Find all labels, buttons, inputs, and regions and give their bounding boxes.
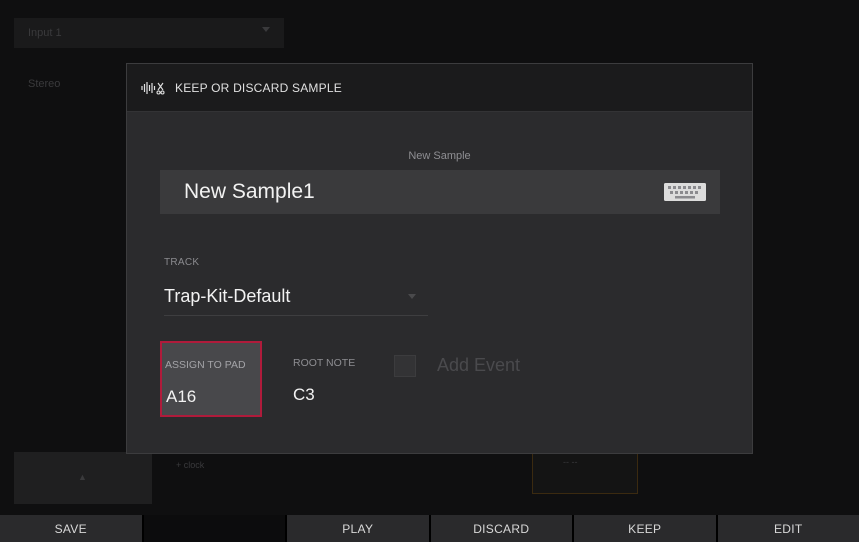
keep-discard-dialog: KEEP OR DISCARD SAMPLE New Sample New Sa…	[126, 63, 753, 454]
background-display: -- --	[532, 452, 638, 494]
assign-to-pad-value: A16	[166, 387, 197, 406]
assign-to-pad-label: ASSIGN TO PAD	[165, 359, 246, 371]
add-event-checkbox[interactable]	[394, 355, 416, 377]
display-label: -- --	[563, 457, 578, 467]
waveform-scissors-icon	[141, 81, 165, 95]
empty-button	[143, 515, 285, 542]
dialog-title: KEEP OR DISCARD SAMPLE	[175, 80, 342, 95]
sample-name-value: New Sample1	[184, 180, 315, 203]
sample-name-caption: New Sample	[408, 150, 471, 162]
bottom-button-bar: SAVE PLAY DISCARD KEEP EDIT	[0, 515, 859, 542]
play-button[interactable]: PLAY	[287, 515, 429, 542]
chevron-down-icon	[408, 294, 416, 299]
edit-button[interactable]: EDIT	[717, 515, 859, 542]
assign-to-pad-field[interactable]: ASSIGN TO PAD A16	[160, 341, 262, 417]
channel-value: Stereo	[28, 78, 61, 90]
root-note-field[interactable]: C3	[293, 385, 315, 405]
input-dropdown: Input 1	[14, 18, 284, 48]
chevron-down-icon	[262, 27, 270, 32]
track-select[interactable]: Trap-Kit-Default	[164, 278, 428, 316]
save-button[interactable]: SAVE	[0, 515, 142, 542]
input-value: Input 1	[28, 27, 62, 39]
pad-mark: ▲	[78, 472, 87, 482]
dialog-header: KEEP OR DISCARD SAMPLE	[127, 64, 752, 112]
keyboard-icon[interactable]	[664, 183, 706, 201]
discard-button[interactable]: DISCARD	[430, 515, 572, 542]
root-note-label: ROOT NOTE	[293, 357, 356, 369]
track-label: TRACK	[164, 257, 200, 268]
keep-button[interactable]: KEEP	[574, 515, 716, 542]
track-value: Trap-Kit-Default	[164, 286, 291, 306]
clock-label: + clock	[176, 460, 205, 470]
sample-name-field[interactable]: New Sample1	[160, 170, 720, 214]
add-event-label: Add Event	[437, 355, 521, 375]
background-pad: ▲	[14, 452, 152, 504]
